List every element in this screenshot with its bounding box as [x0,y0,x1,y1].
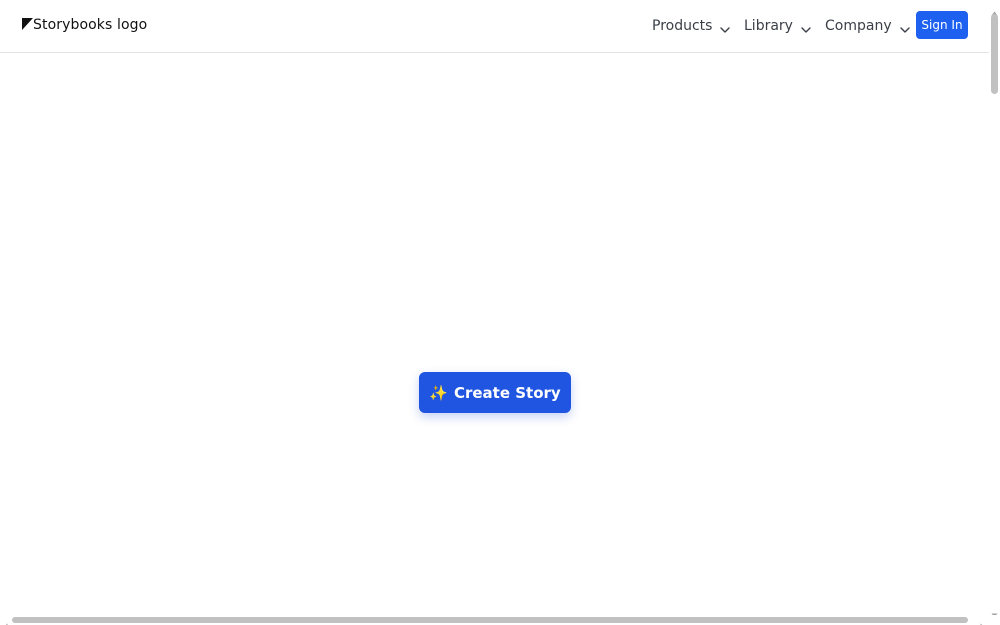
broken-image-icon [22,15,33,30]
scrollbar-corner [989,615,1000,625]
chevron-down-icon [801,22,811,33]
chevron-down-icon [720,22,731,33]
top-navbar: Storybooks logo Products Library Company… [0,0,989,53]
horizontal-scrollbar-thumb[interactable] [12,617,968,623]
browser-viewport: Storybooks logo Products Library Company… [0,0,1000,625]
scroll-up-arrow-icon[interactable] [991,2,998,16]
nav-products-dropdown[interactable]: Products [652,11,731,41]
logo-alt-text: Storybooks logo [33,17,148,33]
nav-library-label: Library [744,18,793,34]
scroll-right-arrow-icon[interactable] [979,616,986,625]
chevron-down-icon [899,22,910,33]
scroll-left-arrow-icon[interactable] [2,616,9,625]
create-story-label: Create Story [453,383,561,402]
nav-company-dropdown[interactable]: Company [825,11,910,41]
sparkles-icon: ✨ [429,383,448,402]
nav-library-dropdown[interactable]: Library [744,11,811,41]
vertical-scrollbar[interactable] [989,0,1000,618]
sign-in-button[interactable]: Sign In [916,11,968,39]
page: Storybooks logo Products Library Company… [0,0,989,615]
horizontal-scrollbar[interactable] [0,615,989,625]
create-story-button[interactable]: ✨ Create Story [419,372,571,413]
nav-company-label: Company [825,18,892,34]
nav-products-label: Products [652,18,713,34]
vertical-scrollbar-thumb[interactable] [991,14,998,94]
storybooks-logo-link[interactable]: Storybooks logo [22,15,147,35]
scroll-down-arrow-icon[interactable] [991,604,998,618]
